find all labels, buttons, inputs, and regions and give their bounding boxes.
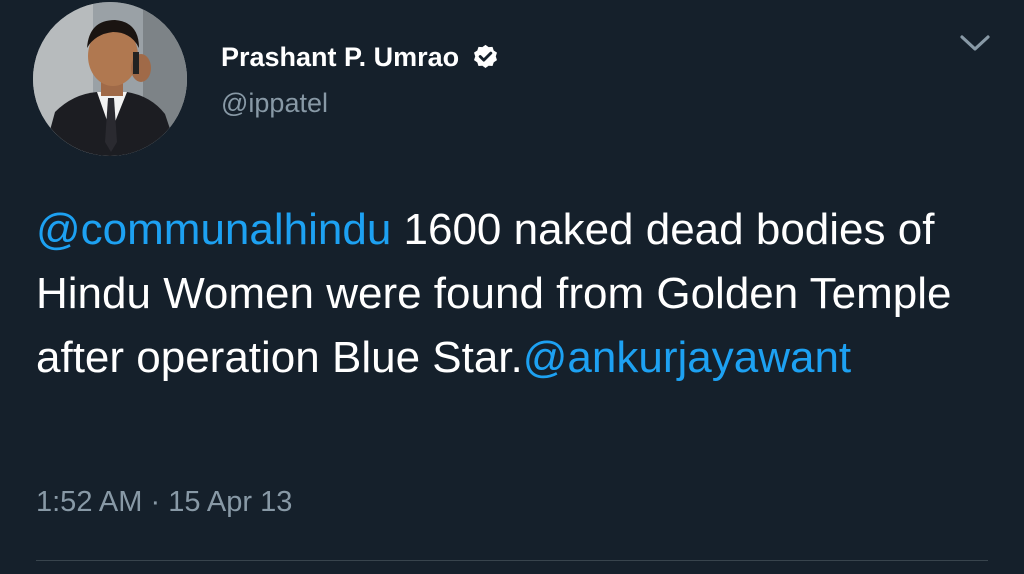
author-handle[interactable]: @ippatel bbox=[221, 88, 328, 119]
tweet-body-first: 1600 naked dead bbox=[391, 205, 744, 254]
mention-link[interactable]: @ankurjayawant bbox=[523, 333, 851, 382]
chevron-down-icon[interactable] bbox=[958, 30, 992, 56]
divider bbox=[36, 560, 988, 561]
tweet-text: @communalhindu 1600 naked dead bodies of… bbox=[36, 198, 966, 390]
tweet-time: 1:52 AM bbox=[36, 486, 143, 518]
avatar[interactable] bbox=[33, 2, 187, 156]
tweet-timestamp[interactable]: 1:52 AM · 15 Apr 13 bbox=[36, 486, 292, 519]
profile-photo-icon bbox=[33, 2, 187, 156]
meta-separator: · bbox=[150, 486, 161, 518]
author-display-name[interactable]: Prashant P. Umrao bbox=[221, 42, 459, 73]
verified-badge-icon bbox=[471, 43, 500, 72]
tweet-card: Prashant P. Umrao @ippatel @communalhind… bbox=[0, 0, 1024, 574]
tweet-date: 15 Apr 13 bbox=[168, 486, 293, 518]
author-name-row[interactable]: Prashant P. Umrao bbox=[221, 40, 500, 74]
mention-link[interactable]: @communalhindu bbox=[36, 205, 391, 254]
